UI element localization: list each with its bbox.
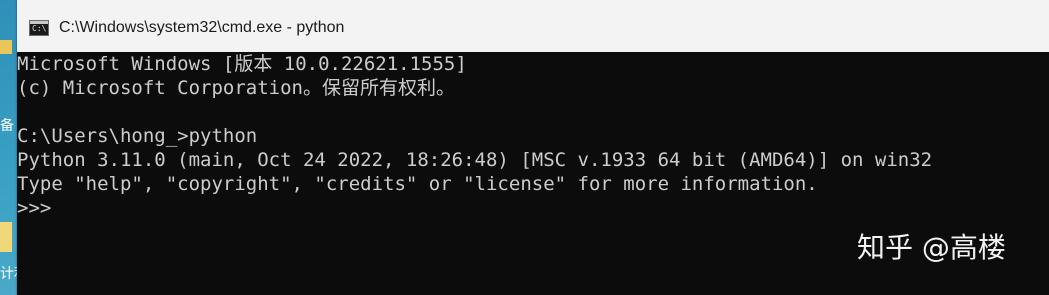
desktop-icon-tile[interactable] [0,40,12,54]
title-bar[interactable]: C:\ C:\Windows\system32\cmd.exe - python [17,0,1049,52]
watermark: 知乎 @高楼 [857,231,1006,264]
console-icon[interactable]: C:\ [29,20,49,36]
console-icon-glyph: C:\ [32,24,47,33]
window-title: C:\Windows\system32\cmd.exe - python [59,19,345,36]
desktop-icon-label[interactable]: 备 [0,118,18,134]
console-line: Python 3.11.0 (main, Oct 24 2022, 18:26:… [17,149,933,171]
console-prompt[interactable]: >>> [17,196,51,220]
cmd-window[interactable]: C:\ C:\Windows\system32\cmd.exe - python… [17,0,1049,295]
console-line: Type "help", "copyright", "credits" or "… [17,173,818,195]
console-line: Microsoft Windows [版本 10.0.22621.1555] [17,53,467,75]
desktop-icon-label[interactable]: 计利 [0,266,18,282]
console-line: C:\Users\hong_>python [17,125,258,147]
desktop-icon-tile[interactable] [0,222,12,252]
console-line: (c) Microsoft Corporation。保留所有权利。 [17,77,455,99]
